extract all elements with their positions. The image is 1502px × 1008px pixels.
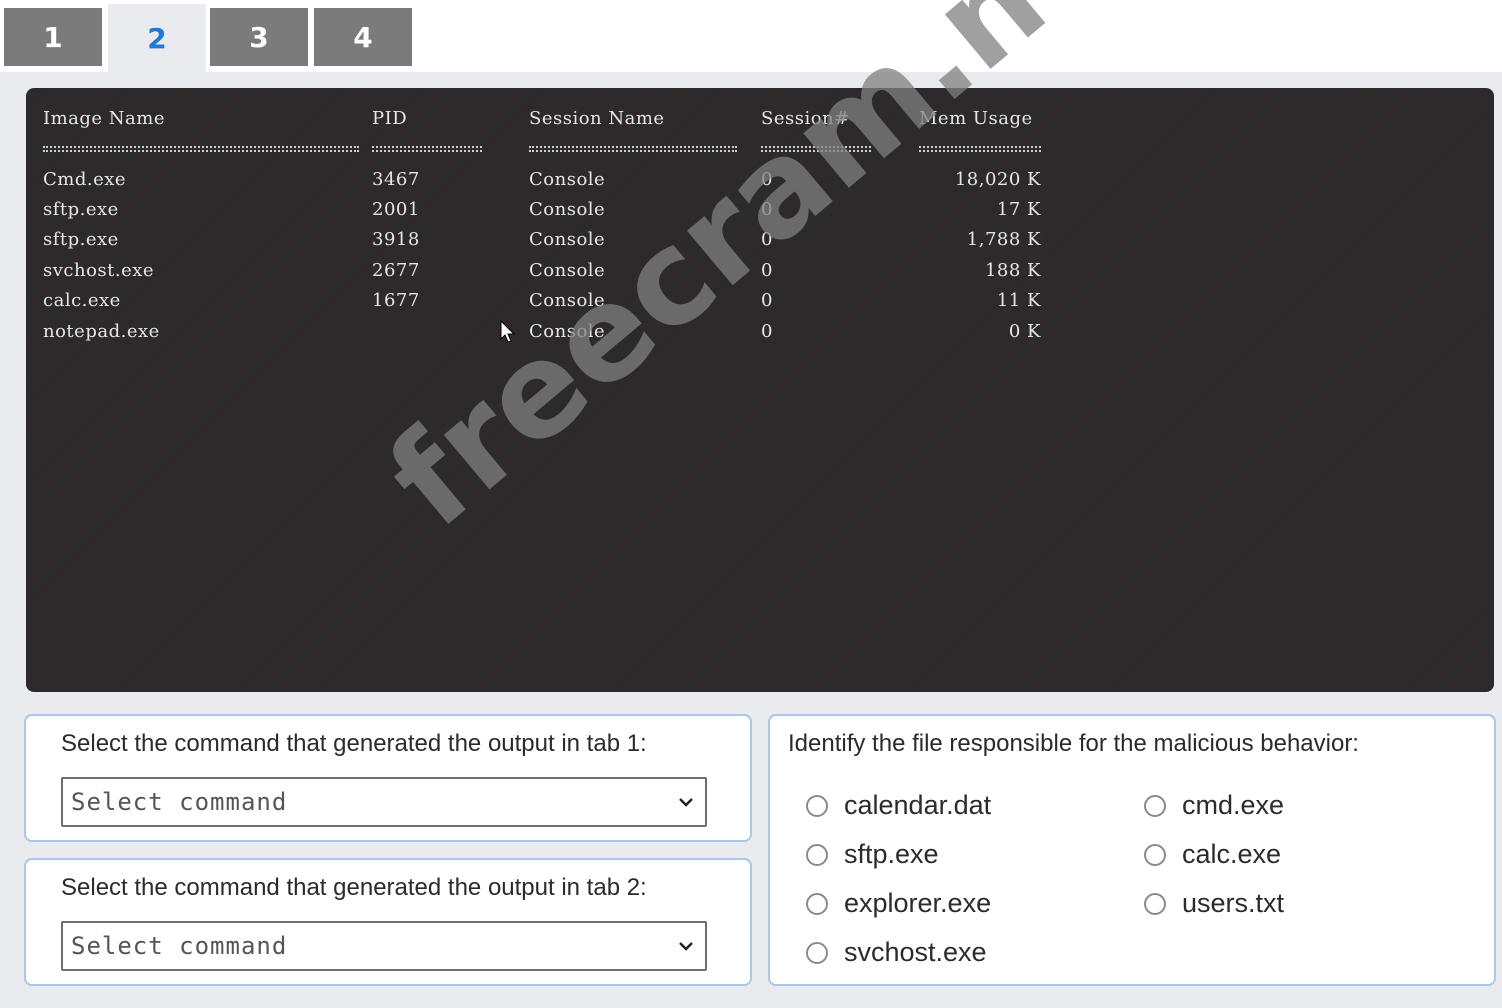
radio-option-svchost-exe[interactable]: svchost.exe [806,937,987,968]
process-session-name: Console [529,199,606,220]
separator-image-name [43,146,359,152]
question-3-prompt: Identify the file responsible for the ma… [788,730,1359,757]
question-2-panel: Select the command that generated the ou… [24,858,752,986]
header-image-name: Image Name [43,108,166,129]
process-row: calc.exe 1677 Console 0 11 K [26,290,1126,320]
header-pid: PID [372,108,408,129]
header-session-name: Session Name [529,108,665,129]
process-mem-usage: 17 K [996,199,1041,220]
question-3-panel: Identify the file responsible for the ma… [768,714,1496,986]
process-session-name: Console [529,321,606,342]
process-pid: 3918 [372,229,420,250]
question-1-panel: Select the command that generated the ou… [24,714,752,842]
tab-4[interactable]: 4 [314,8,412,66]
command-select-tab-1-value: Select command [71,788,288,816]
radio-option-cmd-exe[interactable]: cmd.exe [1144,790,1284,821]
process-session-name: Console [529,169,606,190]
radio-button[interactable] [1144,843,1166,866]
tab-strip: 1 2 3 4 [0,0,1502,72]
process-mem-usage: 18,020 K [954,169,1041,190]
radio-label: svchost.exe [844,937,987,967]
radio-option-calendar-dat[interactable]: calendar.dat [806,790,991,821]
radio-button[interactable] [806,843,828,866]
process-session-number: 0 [761,290,773,311]
separator-mem-usage [919,146,1041,152]
process-name: calc.exe [43,290,121,311]
mouse-pointer-icon [500,320,516,343]
radio-button[interactable] [806,892,828,915]
command-select-tab-2-value: Select command [71,932,288,960]
header-mem-usage: Mem Usage [919,108,1033,129]
process-mem-usage: 0 K [1008,321,1041,342]
process-session-name: Console [529,290,606,311]
separator-pid [372,146,482,152]
radio-button[interactable] [806,794,828,817]
tab-3[interactable]: 3 [210,8,308,66]
process-pid: 3467 [372,169,420,190]
process-name: sftp.exe [43,199,119,220]
process-pid: 2677 [372,260,420,281]
radio-option-calc-exe[interactable]: calc.exe [1144,839,1281,870]
process-row: Cmd.exe 3467 Console 0 18,020 K [26,169,1126,199]
process-name: sftp.exe [43,229,119,250]
radio-button[interactable] [806,941,828,964]
process-session-name: Console [529,229,606,250]
command-select-tab-1[interactable]: Select command [61,777,707,827]
radio-option-explorer-exe[interactable]: explorer.exe [806,888,991,919]
chevron-down-icon [679,798,693,807]
radio-label: explorer.exe [844,888,992,918]
process-session-number: 0 [761,229,773,250]
terminal-output: Image Name PID Session Name Session# Mem… [26,88,1494,692]
header-session-number: Session# [761,108,850,129]
question-2-prompt: Select the command that generated the ou… [61,874,647,901]
process-pid: 1677 [372,290,420,311]
tab-1[interactable]: 1 [4,8,102,66]
radio-label: sftp.exe [844,839,939,869]
separator-session-number [761,146,871,152]
process-name: notepad.exe [43,321,160,342]
process-mem-usage: 188 K [984,260,1041,281]
process-name: Cmd.exe [43,169,127,190]
command-select-tab-2[interactable]: Select command [61,921,707,971]
process-session-number: 0 [761,260,773,281]
radio-label: users.txt [1182,888,1285,918]
radio-label: cmd.exe [1182,790,1285,820]
process-row: sftp.exe 3918 Console 0 1,788 K [26,229,1126,259]
chevron-down-icon [679,942,693,951]
process-row: notepad.exe Console 0 0 K [26,321,1126,351]
radio-label: calendar.dat [844,790,992,820]
process-name: svchost.exe [43,260,155,281]
process-pid: 2001 [372,199,420,220]
process-session-number: 0 [761,199,773,220]
process-session-number: 0 [761,169,773,190]
question-1-prompt: Select the command that generated the ou… [61,730,647,757]
process-session-number: 0 [761,321,773,342]
terminal-header-row: Image Name PID Session Name Session# Mem… [26,108,1126,138]
process-mem-usage: 1,788 K [966,229,1041,250]
process-row: svchost.exe 2677 Console 0 188 K [26,260,1126,290]
radio-button[interactable] [1144,892,1166,915]
process-row: sftp.exe 2001 Console 0 17 K [26,199,1126,229]
radio-option-users-txt[interactable]: users.txt [1144,888,1284,919]
radio-label: calc.exe [1182,839,1282,869]
process-mem-usage: 11 K [996,290,1041,311]
separator-session-name [529,146,737,152]
radio-option-sftp-exe[interactable]: sftp.exe [806,839,939,870]
process-session-name: Console [529,260,606,281]
tab-2[interactable]: 2 [108,4,206,72]
radio-button[interactable] [1144,794,1166,817]
